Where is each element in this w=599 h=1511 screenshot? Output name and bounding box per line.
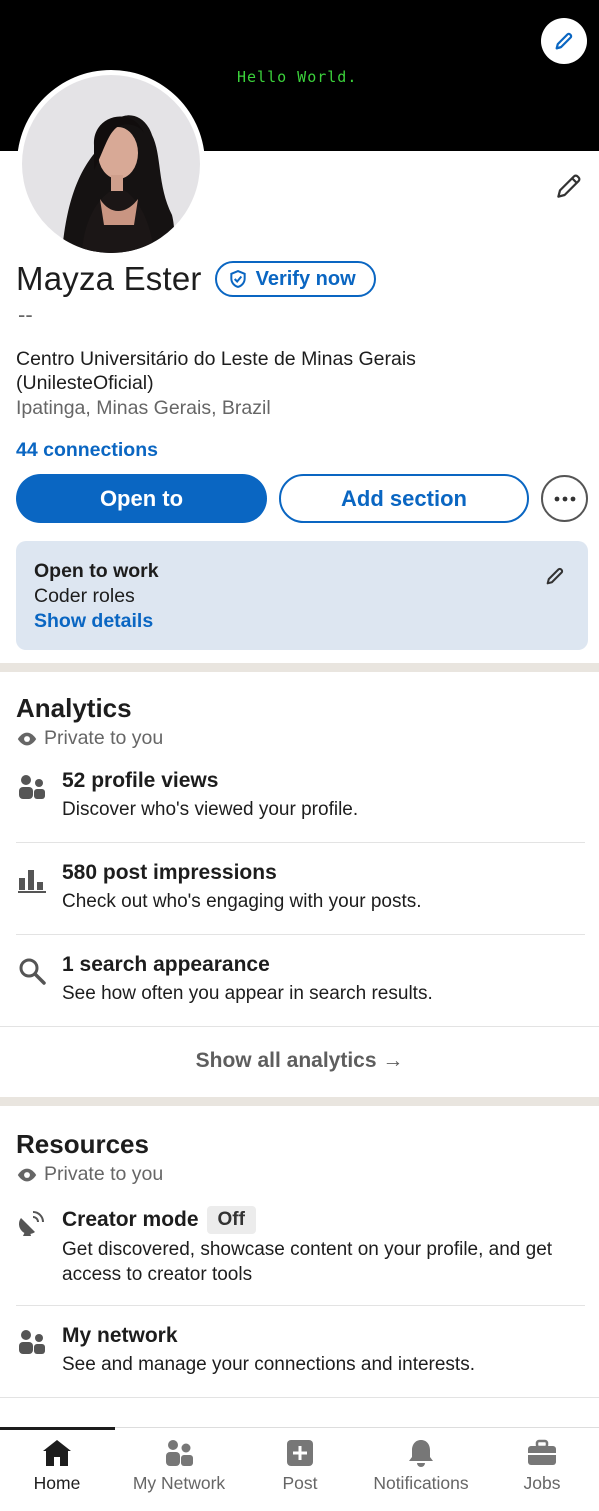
- section-divider: [0, 663, 599, 672]
- add-section-button[interactable]: Add section: [279, 474, 529, 523]
- row-divider: [16, 1305, 585, 1306]
- creator-mode-label: Creator mode: [62, 1208, 199, 1231]
- search-icon: [17, 956, 47, 986]
- ellipsis-icon: [554, 496, 575, 501]
- nav-label: Home: [33, 1473, 81, 1493]
- row-subtitle: Get discovered, showcase content on your…: [62, 1239, 553, 1285]
- open-to-work-roles: Coder roles: [34, 585, 135, 607]
- row-title: 52 profile views: [62, 769, 219, 792]
- nav-item-notifications[interactable]: Notifications: [361, 1428, 481, 1511]
- row-title: 580 post impressions: [62, 861, 277, 884]
- nav-label: Notifications: [373, 1473, 469, 1493]
- eye-icon: [17, 1168, 37, 1181]
- shield-check-icon: [229, 270, 246, 288]
- analytics-title: Analytics: [16, 693, 132, 723]
- eye-icon: [17, 732, 37, 745]
- profile-headline: --: [18, 302, 33, 327]
- name-row: Mayza Ester Verify now: [16, 260, 376, 298]
- resources-title: Resources: [16, 1129, 149, 1159]
- banner-text: Hello World.: [237, 68, 358, 86]
- nav-label: Post: [282, 1473, 318, 1493]
- home-icon: [41, 1437, 73, 1469]
- people-icon: [17, 772, 47, 802]
- profile-photo[interactable]: [17, 70, 205, 258]
- analytics-item-profile-views[interactable]: 52 profile views Discover who's viewed y…: [0, 760, 599, 842]
- nav-item-jobs[interactable]: Jobs: [482, 1428, 599, 1511]
- nav-label: Jobs: [523, 1473, 561, 1493]
- profile-location: Ipatinga, Minas Gerais, Brazil: [16, 397, 271, 419]
- analytics-item-search-appearance[interactable]: 1 search appearance See how often you ap…: [0, 944, 599, 1026]
- section-divider: [0, 1097, 599, 1106]
- bell-icon: [405, 1437, 437, 1469]
- open-to-work-card[interactable]: Open to work Coder roles Show details: [16, 541, 588, 650]
- row-title: 1 search appearance: [62, 953, 270, 976]
- privacy-label: Private to you: [44, 727, 164, 749]
- bottom-nav: Home My Network Post Notifications Jobs: [0, 1427, 599, 1511]
- row-subtitle: See and manage your connections and inte…: [62, 1354, 475, 1375]
- briefcase-icon: [526, 1437, 558, 1469]
- people-icon: [17, 1327, 47, 1357]
- analytics-item-post-impressions[interactable]: 580 post impressions Check out who's eng…: [0, 852, 599, 934]
- edit-profile-button[interactable]: [553, 170, 585, 202]
- connections-link[interactable]: 44 connections: [16, 439, 158, 462]
- resources-item-my-network[interactable]: My network See and manage your connectio…: [0, 1315, 599, 1397]
- nav-item-home[interactable]: Home: [0, 1428, 117, 1511]
- nav-label: My Network: [132, 1473, 226, 1493]
- network-icon: [163, 1437, 195, 1469]
- pencil-icon: [555, 32, 573, 50]
- profile-name: Mayza Ester: [16, 260, 202, 297]
- verify-label: Verify now: [255, 267, 356, 290]
- row-subtitle: Check out who's engaging with your posts…: [62, 891, 422, 912]
- open-to-work-title: Open to work: [34, 560, 159, 582]
- row-divider: [0, 1026, 599, 1027]
- row-divider: [16, 842, 585, 843]
- analytics-privacy: Private to you: [16, 727, 163, 750]
- row-subtitle: See how often you appear in search resul…: [62, 983, 433, 1004]
- show-details-link[interactable]: Show details: [34, 609, 570, 634]
- edit-banner-button[interactable]: [541, 18, 587, 64]
- row-title: My network: [62, 1324, 178, 1347]
- edit-open-to-work-button[interactable]: [544, 565, 566, 592]
- satellite-dish-icon: [17, 1208, 47, 1238]
- nav-item-my-network[interactable]: My Network: [119, 1428, 239, 1511]
- verify-now-button[interactable]: Verify now: [214, 261, 376, 297]
- resources-item-creator-mode[interactable]: Creator mode Off Get discovered, showcas…: [0, 1198, 599, 1305]
- row-divider: [0, 1397, 599, 1398]
- plus-square-icon: [284, 1437, 316, 1469]
- avatar: [22, 75, 200, 253]
- open-to-button[interactable]: Open to: [16, 474, 267, 523]
- nav-item-post[interactable]: Post: [240, 1428, 360, 1511]
- row-title: Creator mode Off: [62, 1206, 256, 1234]
- profile-education[interactable]: Centro Universitário do Leste de Minas G…: [16, 347, 536, 395]
- row-subtitle: Discover who's viewed your profile.: [62, 799, 359, 820]
- resources-privacy: Private to you: [16, 1163, 163, 1186]
- pencil-icon: [557, 174, 581, 198]
- more-options-button[interactable]: [541, 475, 588, 522]
- bar-chart-icon: [17, 864, 47, 894]
- row-divider: [16, 934, 585, 935]
- status-badge: Off: [206, 1206, 256, 1234]
- show-all-analytics-button[interactable]: Show all analytics →: [0, 1049, 599, 1073]
- privacy-label: Private to you: [44, 1163, 164, 1185]
- pencil-icon: [546, 567, 564, 585]
